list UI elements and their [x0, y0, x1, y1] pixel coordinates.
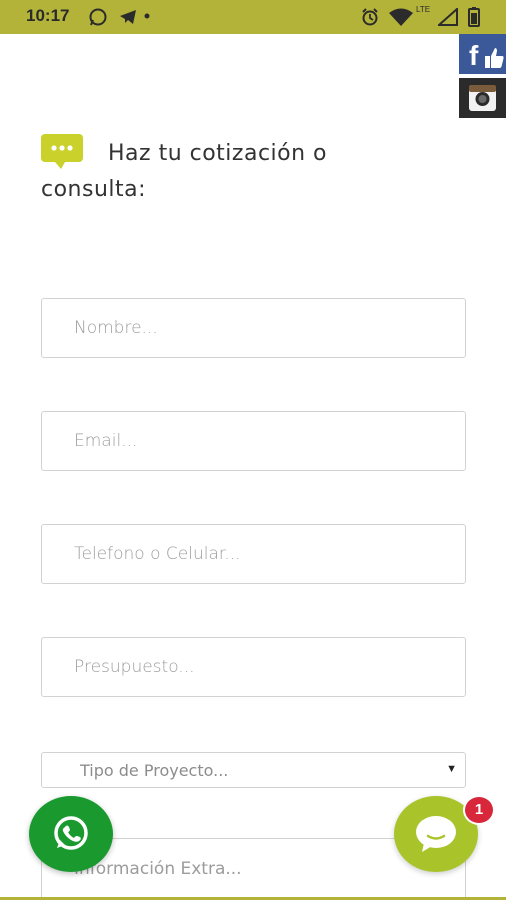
whatsapp-button[interactable] — [29, 796, 113, 872]
alarm-icon — [362, 8, 378, 26]
facebook-like-button[interactable]: f — [459, 34, 506, 74]
presupuesto-input[interactable] — [41, 637, 466, 697]
telegram-icon — [120, 10, 136, 24]
form-heading-block: Haz tu cotización o consulta: — [41, 134, 421, 208]
form-heading: Haz tu cotización o consulta: — [41, 141, 328, 202]
status-bar: 10:17 LTE — [0, 0, 506, 34]
telefono-input[interactable] — [41, 524, 466, 584]
tipo-proyecto-select[interactable]: Tipo de Proyecto... ▼ — [41, 752, 466, 788]
dropdown-arrow-icon: ▼ — [446, 763, 457, 775]
facebook-like-icon: f — [469, 40, 504, 71]
battery-icon — [468, 7, 480, 27]
whatsapp-icon — [89, 8, 107, 26]
svg-text:f: f — [469, 40, 479, 71]
nombre-input[interactable] — [41, 298, 466, 358]
instagram-button[interactable] — [459, 78, 506, 118]
email-input[interactable] — [41, 411, 466, 471]
instagram-icon — [469, 85, 496, 111]
signal-icon — [438, 8, 458, 26]
dot-icon — [144, 13, 150, 19]
tipo-proyecto-selected: Tipo de Proyecto... — [80, 761, 229, 780]
network-type: LTE — [416, 5, 431, 14]
chat-unread-badge: 1 — [465, 797, 493, 823]
whatsapp-icon — [54, 816, 88, 850]
chat-bubble-icon — [41, 134, 83, 169]
status-time: 10:17 — [26, 6, 70, 25]
wifi-icon — [389, 8, 413, 26]
